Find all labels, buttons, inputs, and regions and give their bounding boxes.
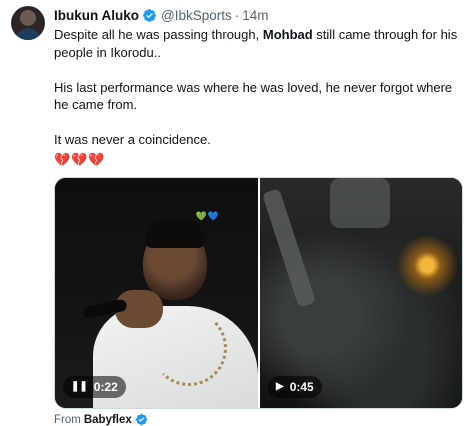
tweet-paragraph-2: His last performance was where he was lo… xyxy=(54,79,453,113)
video-source-attribution: From Babyflex xyxy=(54,413,148,426)
from-label: From xyxy=(54,413,81,426)
video-1-time-badge[interactable]: ❚❚ 0:22 xyxy=(63,376,126,398)
tweet[interactable]: Ibukun Aluko @IbkSports · 14m Despite al… xyxy=(0,0,471,426)
paragraph-1-text-start: Despite all he was passing through, xyxy=(54,27,263,42)
play-icon[interactable]: ▶ xyxy=(276,382,284,392)
video-2-time-badge[interactable]: ▶ 0:45 xyxy=(268,376,322,398)
source-account-link[interactable]: Babyflex xyxy=(84,414,132,426)
pause-icon[interactable]: ❚❚ xyxy=(71,382,88,392)
video-1-chain xyxy=(151,310,227,386)
video-2-time: 0:45 xyxy=(289,380,314,394)
bold-name-mohbad: Mohbad xyxy=(262,27,313,42)
author-handle[interactable]: @IbkSports xyxy=(161,8,232,23)
separator-dot: · xyxy=(234,7,240,23)
tweet-header: Ibukun Aluko @IbkSports · 14m xyxy=(54,6,269,24)
video-2[interactable]: ▶ 0:45 xyxy=(260,178,462,408)
video-1-heart-overlay: ❤💚💙 xyxy=(187,211,220,221)
timestamp[interactable]: 14m xyxy=(242,8,268,23)
video-1-time: 0:22 xyxy=(93,380,118,394)
tweet-text: Despite all he was passing through, Mohb… xyxy=(54,26,459,149)
broken-heart-emojis: 💔💔💔 xyxy=(54,152,106,167)
tweet-paragraph-3: It was never a coincidence. xyxy=(54,132,211,147)
video-1-performer-hair xyxy=(145,220,205,248)
video-2-blurred-shape xyxy=(330,178,390,228)
verified-badge-icon xyxy=(143,8,156,22)
source-verified-badge-icon xyxy=(135,413,147,426)
author-name[interactable]: Ibukun Aluko xyxy=(54,8,139,23)
media-grid: ❤💚💙 ❚❚ 0:22 ▶ 0:45 xyxy=(54,177,463,409)
video-1[interactable]: ❤💚💙 ❚❚ 0:22 xyxy=(55,178,258,408)
avatar-shirt xyxy=(16,28,40,40)
avatar[interactable] xyxy=(11,6,45,40)
tweet-paragraph-1: Despite all he was passing through, Mohb… xyxy=(54,26,459,61)
